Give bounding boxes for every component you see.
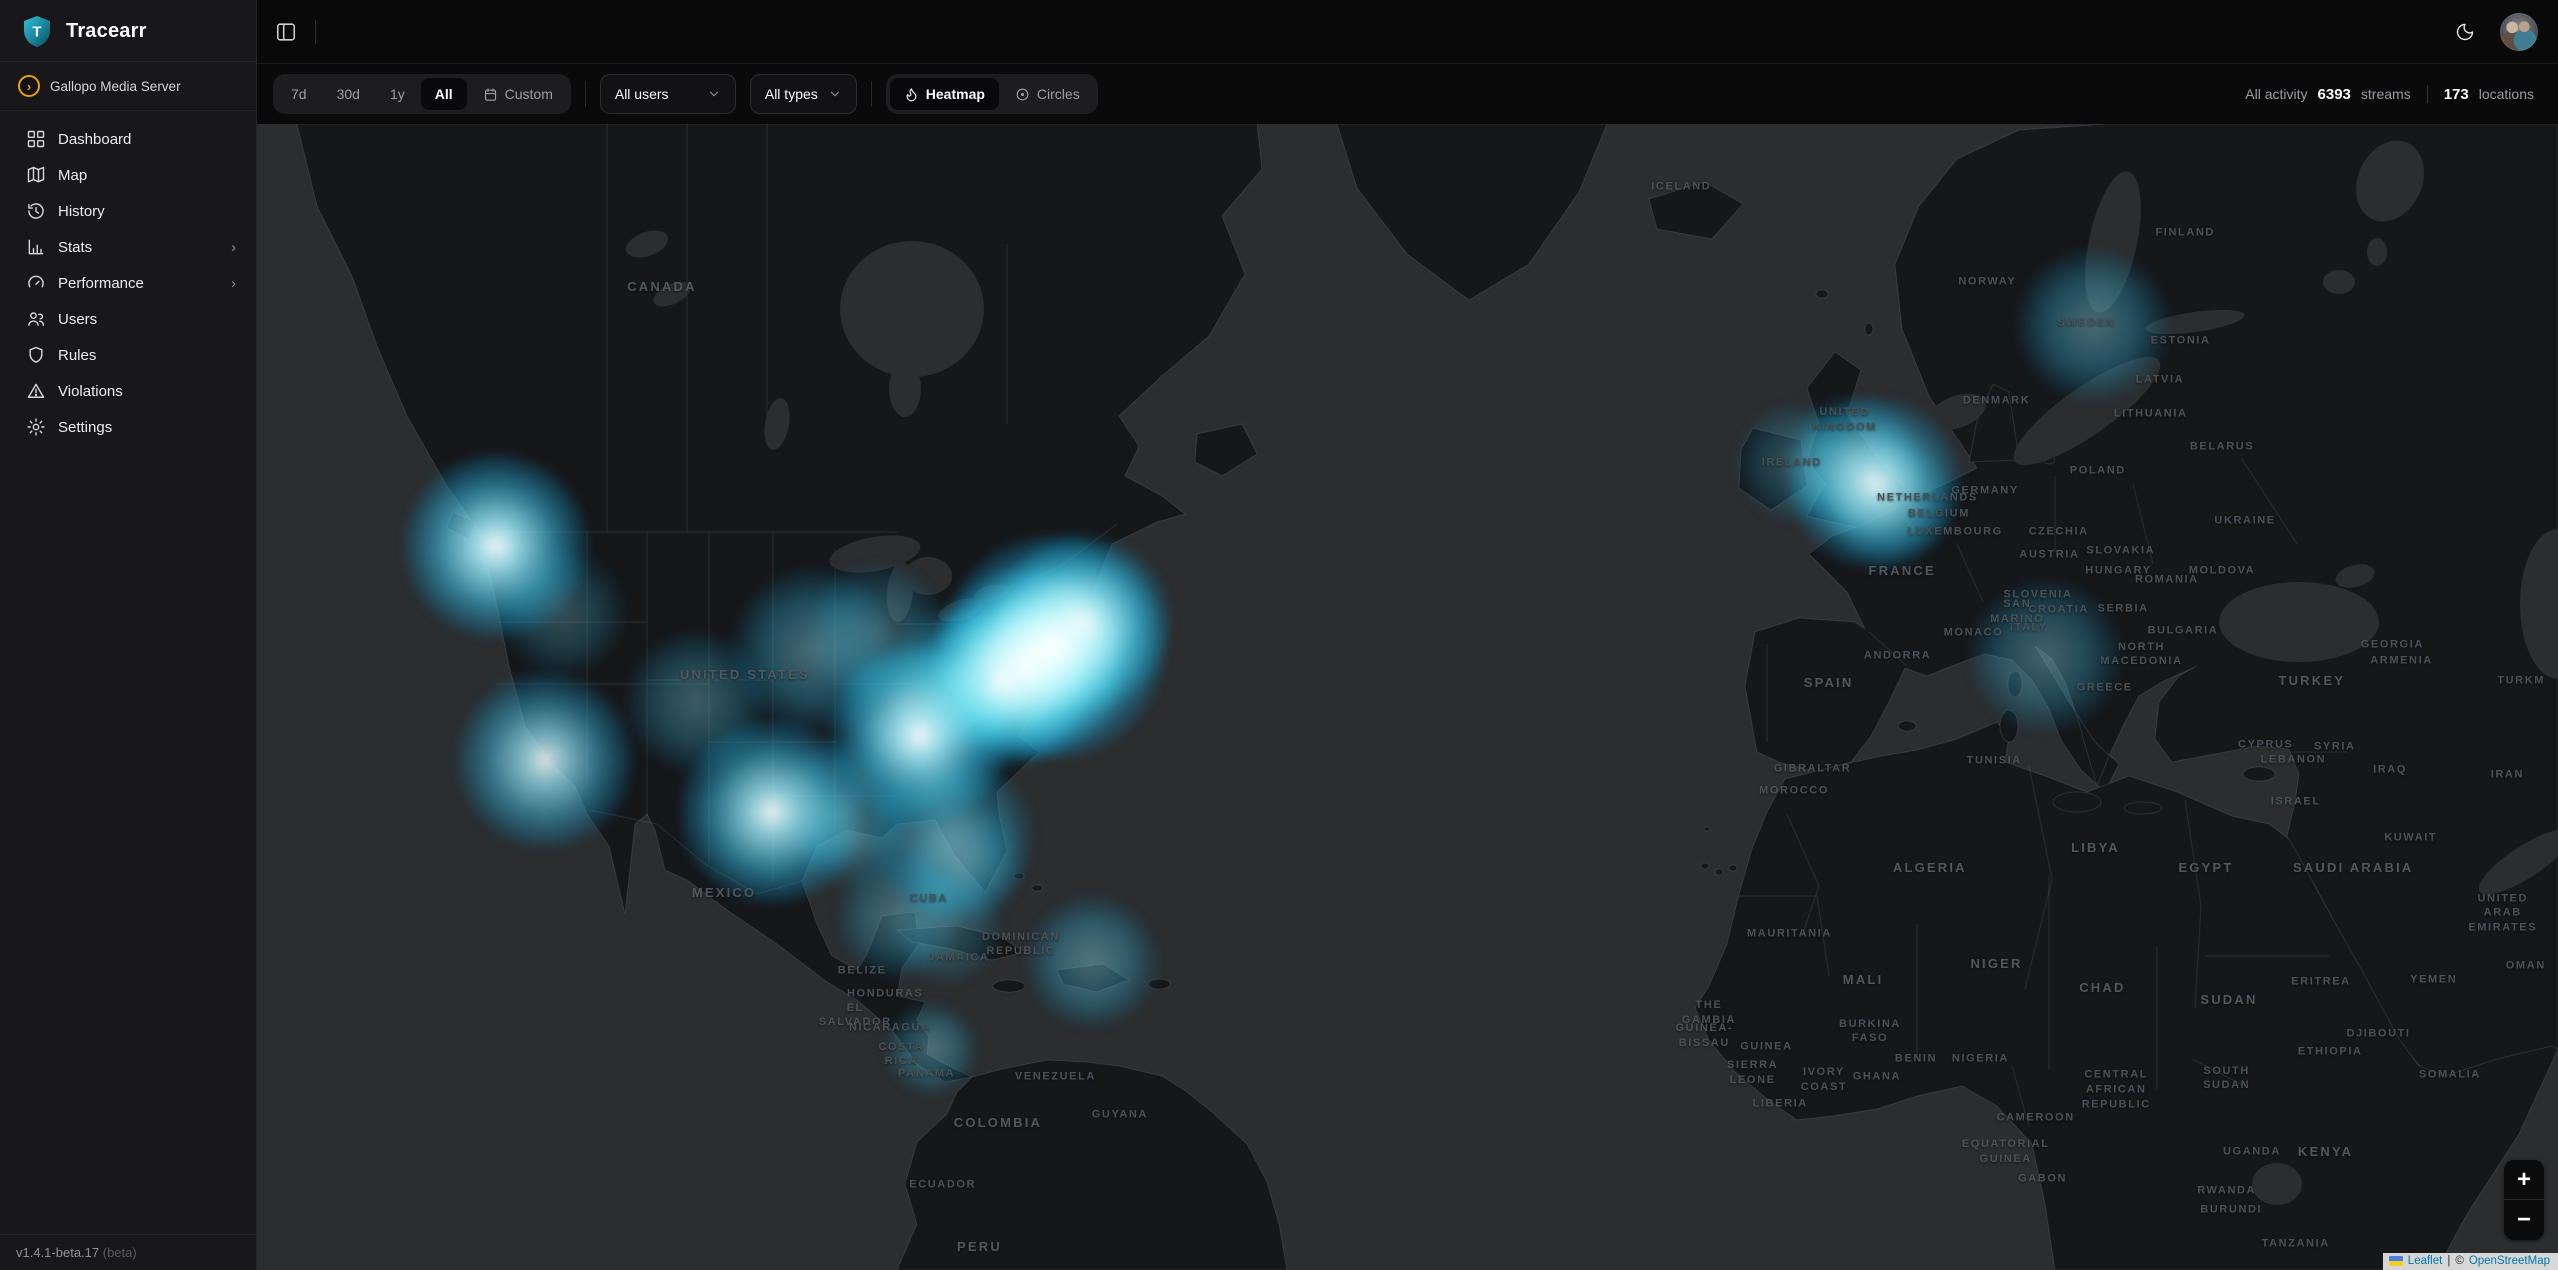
range-7d-button[interactable]: 7d — [277, 78, 321, 110]
calendar-icon — [483, 87, 498, 102]
theme-toggle-moon-icon[interactable] — [2446, 13, 2484, 51]
svg-text:T: T — [32, 24, 41, 41]
world-map-tiles — [257, 124, 2558, 1270]
activity-summary: All activity 6393 streams 173 locations — [2245, 85, 2534, 103]
settings-gear-icon — [26, 417, 46, 437]
sidebar-item-map[interactable]: Map — [8, 157, 248, 193]
summary-scope: All activity — [2245, 86, 2307, 102]
performance-icon — [26, 273, 46, 293]
dashboard-icon — [26, 129, 46, 149]
violations-alert-icon — [26, 381, 46, 401]
sidebar-item-label: Users — [58, 311, 236, 328]
types-filter-select[interactable]: All types — [750, 74, 857, 114]
locations-count: 173 — [2444, 86, 2469, 103]
top-header — [257, 0, 2558, 64]
chevron-down-icon — [707, 87, 721, 101]
toolbar-separator — [585, 81, 586, 107]
version-channel: (beta) — [103, 1245, 137, 1260]
custom-range-button[interactable]: Custom — [469, 78, 567, 110]
range-30d-button[interactable]: 30d — [323, 78, 374, 110]
zoom-in-button[interactable]: + — [2504, 1160, 2544, 1200]
sidebar-item-label: Settings — [58, 419, 236, 436]
world-map[interactable]: CANADAUNITED STATESMEXICOBELIZEHONDURASE… — [257, 124, 2558, 1270]
toolbar-separator — [871, 81, 872, 107]
history-icon — [26, 201, 46, 221]
zoom-out-button[interactable]: − — [2504, 1200, 2544, 1240]
server-name: Gallopo Media Server — [50, 79, 181, 94]
sidebar-item-rules[interactable]: Rules — [8, 337, 248, 373]
range-all-button[interactable]: All — [421, 78, 467, 110]
rules-shield-icon — [26, 345, 46, 365]
types-filter-value: All types — [765, 86, 818, 102]
streams-count: 6393 — [2318, 86, 2351, 103]
sidebar-item-label: Rules — [58, 347, 236, 364]
sidebar-item-label: Performance — [58, 275, 219, 292]
sidebar-item-users[interactable]: Users — [8, 301, 248, 337]
chevron-right-icon: › — [231, 275, 236, 292]
time-range-group: 7d 30d 1y All Custom — [273, 74, 571, 114]
summary-separator — [2427, 85, 2428, 103]
osm-link[interactable]: OpenStreetMap — [2469, 1255, 2550, 1267]
chevron-down-icon — [828, 87, 842, 101]
ukraine-flag-icon — [2389, 1256, 2403, 1266]
sidebar-item-performance[interactable]: Performance › — [8, 265, 248, 301]
sidebar-item-label: Map — [58, 167, 236, 184]
sidebar-item-history[interactable]: History — [8, 193, 248, 229]
locations-label: locations — [2479, 86, 2534, 102]
attribution-divider: | — [2447, 1255, 2450, 1267]
view-mode-toggle: Heatmap Circles — [886, 74, 1098, 114]
map-zoom-control: + − — [2504, 1160, 2544, 1240]
chevron-right-icon: › — [231, 239, 236, 256]
flame-icon — [904, 87, 919, 102]
copyright-symbol: © — [2455, 1255, 2463, 1267]
sidebar-toggle-button[interactable] — [267, 13, 305, 51]
sidebar-item-dashboard[interactable]: Dashboard — [8, 121, 248, 157]
range-1y-button[interactable]: 1y — [376, 78, 419, 110]
brand-name: Tracearr — [66, 20, 147, 43]
streams-label: streams — [2361, 86, 2411, 102]
version-number: v1.4.1-beta.17 — [16, 1245, 99, 1260]
header-separator — [315, 20, 316, 44]
plex-server-icon: › — [18, 75, 40, 97]
map-attribution: Leaflet | © OpenStreetMap — [2383, 1253, 2558, 1270]
user-avatar[interactable] — [2500, 13, 2538, 51]
circle-dot-icon — [1015, 87, 1030, 102]
users-filter-select[interactable]: All users — [600, 74, 736, 114]
stats-icon — [26, 237, 46, 257]
sidebar-item-violations[interactable]: Violations — [8, 373, 248, 409]
users-icon — [26, 309, 46, 329]
heatmap-mode-button[interactable]: Heatmap — [890, 78, 999, 110]
map-toolbar: 7d 30d 1y All Custom All users All types… — [257, 64, 2558, 124]
sidebar-item-label: Stats — [58, 239, 219, 256]
server-selector[interactable]: › Gallopo Media Server — [0, 62, 256, 111]
heatmap-mode-label: Heatmap — [926, 86, 985, 102]
sidebar-item-label: Violations — [58, 383, 236, 400]
leaflet-link[interactable]: Leaflet — [2408, 1255, 2443, 1267]
sidebar-item-settings[interactable]: Settings — [8, 409, 248, 445]
users-filter-value: All users — [615, 86, 697, 102]
sidebar: T Tracearr › Gallopo Media Server Dashbo… — [0, 0, 257, 1270]
sidebar-item-stats[interactable]: Stats › — [8, 229, 248, 265]
tracearr-logo-icon: T — [20, 14, 54, 49]
version-footer: v1.4.1-beta.17 (beta) — [0, 1234, 256, 1270]
circles-mode-label: Circles — [1037, 86, 1080, 102]
brand[interactable]: T Tracearr — [0, 0, 256, 62]
sidebar-nav: Dashboard Map History Stats › Performanc… — [0, 111, 256, 455]
sidebar-item-label: Dashboard — [58, 131, 236, 148]
circles-mode-button[interactable]: Circles — [1001, 78, 1094, 110]
custom-range-label: Custom — [505, 86, 553, 102]
map-icon — [26, 165, 46, 185]
sidebar-item-label: History — [58, 203, 236, 220]
